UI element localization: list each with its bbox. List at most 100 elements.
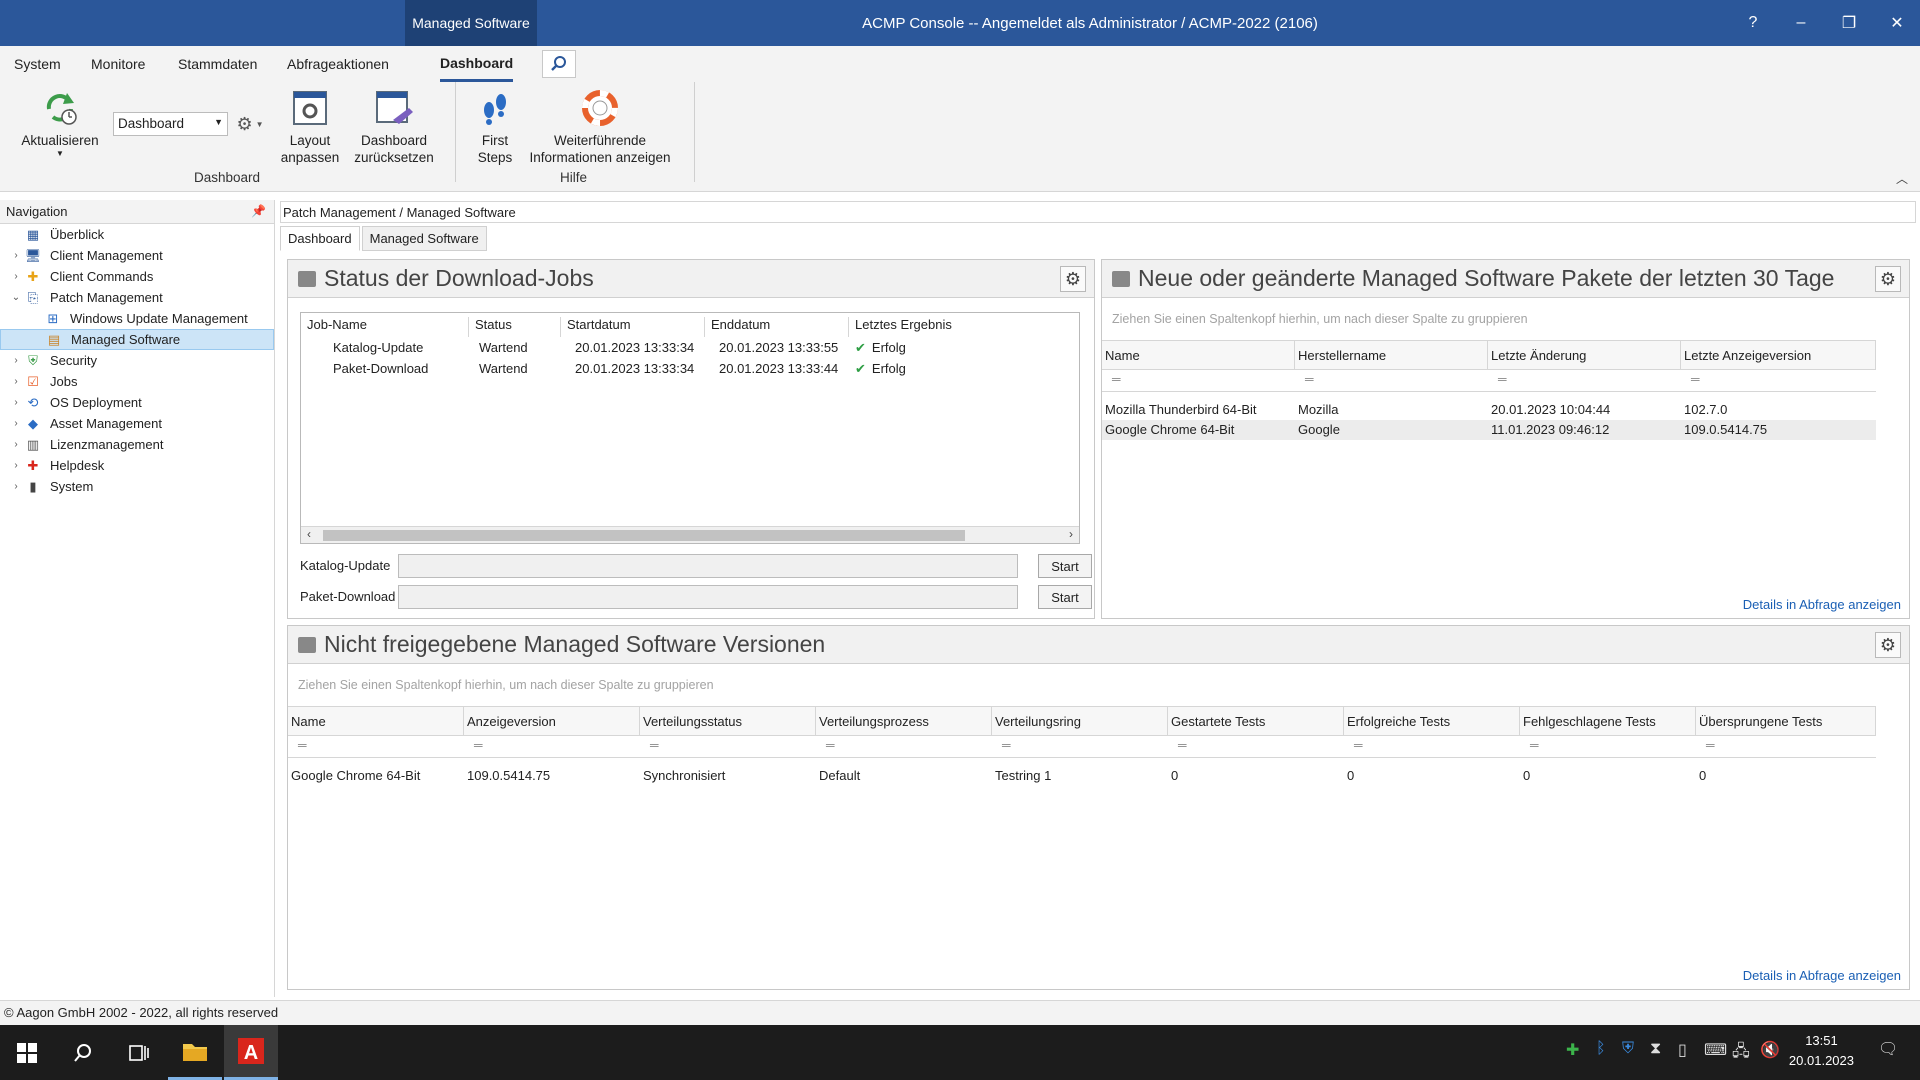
clock[interactable]: 13:51 20.01.2023 [1789,1031,1854,1071]
tab-dashboard-content[interactable]: Dashboard [280,226,360,251]
sidebar-item-os-deployment[interactable]: › ⟲ OS Deployment [0,392,274,413]
column-header-herstellername[interactable]: Herstellername [1295,341,1488,369]
column-header-letztes-ergebnis[interactable]: Letztes Ergebnis [849,317,969,337]
table-row[interactable]: Katalog-Update Wartend 20.01.2023 13:33:… [301,337,1079,358]
column-header-erfolgreiche-tests[interactable]: Erfolgreiche Tests [1344,707,1520,735]
sidebar-item-client-management[interactable]: › 🖥 Client Management [0,245,274,266]
filter-icon[interactable]: ═ [1295,370,1488,391]
sidebar-item-überblick[interactable]: ▦ Überblick [0,224,274,245]
chevron-right-icon[interactable]: › [8,439,24,450]
puzzle-tray-icon[interactable]: ✚ [1566,1040,1579,1060]
column-header-startdatum[interactable]: Startdatum [561,317,705,337]
chevron-down-icon[interactable]: ⌄ [8,292,24,303]
tab-stammdaten[interactable]: Stammdaten [178,46,257,82]
filter-icon[interactable]: ═ [1681,370,1876,391]
details-in-query-link[interactable]: Details in Abfrage anzeigen [1743,968,1901,983]
keyboard-icon[interactable]: ⌨ [1704,1040,1727,1060]
chevron-right-icon[interactable]: › [8,376,24,387]
sidebar-item-jobs[interactable]: › ☑ Jobs [0,371,274,392]
tab-monitore[interactable]: Monitore [91,46,145,82]
column-header-name[interactable]: Name [288,707,464,735]
chevron-right-icon[interactable]: › [8,355,24,366]
filter-icon[interactable]: ═ [1168,736,1344,757]
start-katalog-update-button[interactable]: Start [1038,554,1092,578]
volume-muted-icon[interactable]: 🔇 [1760,1040,1780,1060]
filter-icon[interactable]: ═ [992,736,1168,757]
first-steps-button[interactable]: First Steps [470,82,520,166]
column-header-status[interactable]: Status [469,317,561,337]
context-tab-managed-software[interactable]: Managed Software [405,0,537,46]
pin-icon[interactable]: 📌 [251,204,266,218]
filter-icon[interactable]: ═ [1488,370,1681,391]
layout-adjust-button[interactable]: Layout anpassen [280,82,340,166]
filter-icon[interactable]: ═ [640,736,816,757]
sidebar-item-patch-management[interactable]: ⌄ ⎘ Patch Management [0,287,274,308]
details-in-query-link[interactable]: Details in Abfrage anzeigen [1743,597,1901,612]
sidebar-item-security[interactable]: › ⛨ Security [0,350,274,371]
scrollbar-thumb[interactable] [323,530,965,541]
filter-icon[interactable]: ═ [1344,736,1520,757]
filter-icon[interactable]: ═ [1102,370,1295,391]
chevron-right-icon[interactable]: › [8,460,24,471]
column-header-verteilungsring[interactable]: Verteilungsring [992,707,1168,735]
chevron-up-icon[interactable]: ︿ [1896,170,1908,187]
sidebar-item-system[interactable]: › ▮ System [0,476,274,497]
more-info-button[interactable]: Weiterführende Informationen anzeigen [526,82,674,166]
minimize-button[interactable]: – [1778,0,1824,46]
task-view-button[interactable] [112,1025,166,1080]
table-row[interactable]: Google Chrome 64-Bit 109.0.5414.75 Synch… [288,766,1876,786]
chevron-right-icon[interactable]: › [8,418,24,429]
filter-icon[interactable]: ═ [464,736,640,757]
start-button[interactable] [0,1025,54,1080]
horizontal-scrollbar[interactable]: ‹ › [301,526,1079,543]
column-header-anzeigeversion[interactable]: Anzeigeversion [464,707,640,735]
column-header-name[interactable]: Name [1102,341,1295,369]
tab-system[interactable]: System [14,46,61,82]
sidebar-item-windows-update-management[interactable]: ⊞ Windows Update Management [0,308,274,329]
network-icon[interactable]: 🖧 [1732,1040,1750,1067]
usb-icon[interactable]: ⧗ [1650,1040,1661,1058]
restore-button[interactable]: ❐ [1826,0,1872,46]
notifications-icon[interactable]: 🗨 [1878,1039,1898,1059]
tab-dashboard[interactable]: Dashboard [440,46,514,82]
file-explorer-button[interactable] [168,1025,222,1080]
bluetooth-icon[interactable]: ᛒ [1596,1040,1606,1058]
column-header-letzte-aenderung[interactable]: Letzte Änderung [1488,341,1681,369]
chevron-right-icon[interactable]: › [8,250,24,261]
sidebar-item-asset-management[interactable]: › ◆ Asset Management [0,413,274,434]
refresh-button[interactable]: Aktualisieren ▼ [20,82,100,159]
dashboard-settings-button[interactable]: ⚙ ▼ [232,112,268,136]
battery-icon[interactable]: ▯ [1678,1040,1687,1060]
column-header-gestartete-tests[interactable]: Gestartete Tests [1168,707,1344,735]
chevron-right-icon[interactable]: › [1069,527,1073,541]
tab-abfrageaktionen[interactable]: Abfrageaktionen [287,46,389,82]
group-by-hint[interactable]: Ziehen Sie einen Spaltenkopf hierhin, um… [1102,298,1909,340]
filter-row[interactable]: ═ ═ ═ ═ [1102,370,1876,392]
chevron-left-icon[interactable]: ‹ [307,527,311,541]
group-by-hint[interactable]: Ziehen Sie einen Spaltenkopf hierhin, um… [288,664,1909,706]
column-header-job-name[interactable]: Job-Name [301,317,469,337]
column-header-enddatum[interactable]: Enddatum [705,317,849,337]
sidebar-item-helpdesk[interactable]: › ✚ Helpdesk [0,455,274,476]
filter-icon[interactable]: ═ [288,736,464,757]
column-header-verteilungsprozess[interactable]: Verteilungsprozess [816,707,992,735]
close-button[interactable]: ✕ [1874,0,1920,46]
column-header-letzte-anzeigeversion[interactable]: Letzte Anzeigeversion [1681,341,1876,369]
chevron-right-icon[interactable]: › [8,397,24,408]
dashboard-select[interactable]: Dashboard ▼ [113,112,228,136]
filter-icon[interactable]: ═ [816,736,992,757]
table-row[interactable]: Paket-Download Wartend 20.01.2023 13:33:… [301,358,1079,379]
search-button[interactable] [542,50,576,78]
search-taskbar-button[interactable] [56,1025,110,1080]
tab-managed-software[interactable]: Managed Software [361,226,487,251]
table-row[interactable]: Google Chrome 64-Bit Google 11.01.2023 0… [1102,420,1876,440]
help-button[interactable]: ? [1730,0,1776,46]
table-row[interactable]: Mozilla Thunderbird 64-Bit Mozilla 20.01… [1102,400,1876,420]
chevron-right-icon[interactable]: › [8,481,24,492]
start-paket-download-button[interactable]: Start [1038,585,1092,609]
panel-settings-button[interactable]: ⚙ [1875,632,1901,658]
filter-icon[interactable]: ═ [1520,736,1696,757]
chevron-right-icon[interactable]: › [8,271,24,282]
column-header-uebersprungene-tests[interactable]: Übersprungene Tests [1696,707,1876,735]
filter-icon[interactable]: ═ [1696,736,1876,757]
